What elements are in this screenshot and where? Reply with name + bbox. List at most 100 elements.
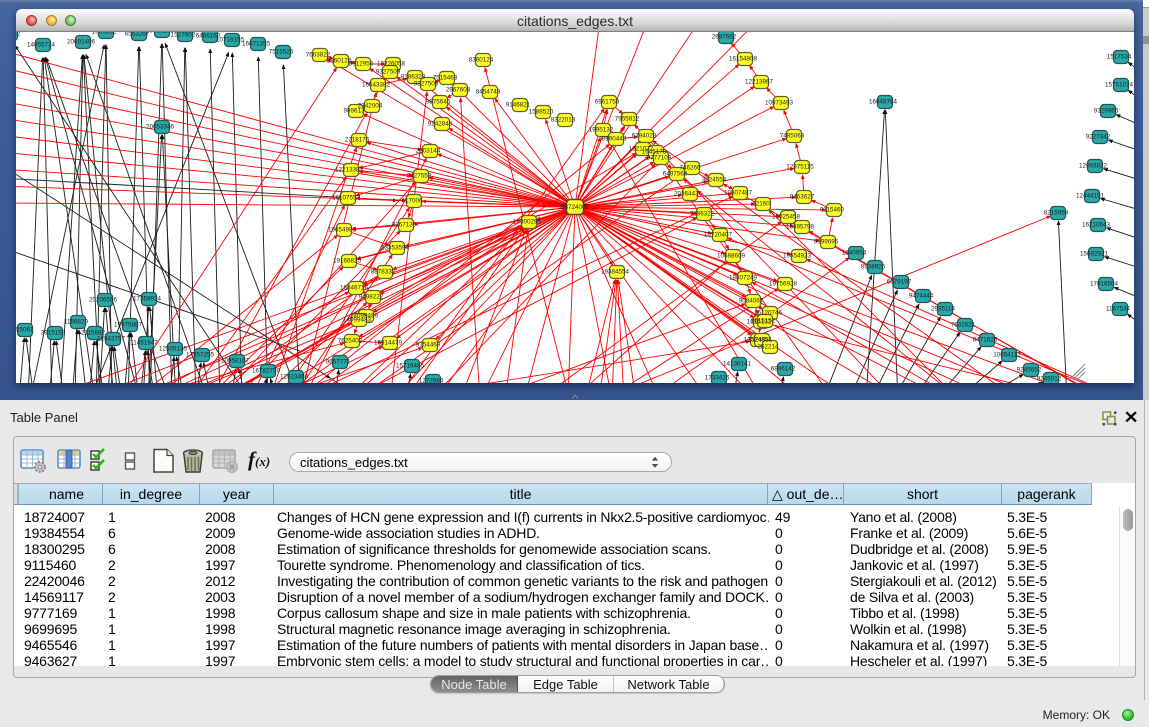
svg-text:3267130: 3267130 <box>392 222 417 229</box>
svg-text:6497568: 6497568 <box>663 171 688 178</box>
svg-text:9227342: 9227342 <box>1086 134 1111 141</box>
svg-text:16495798: 16495798 <box>786 224 815 231</box>
svg-text:9777109: 9777109 <box>647 155 672 162</box>
svg-text:19975887: 19975887 <box>114 322 143 329</box>
svg-text:9115460: 9115460 <box>820 207 845 214</box>
svg-text:10654112: 10654112 <box>993 352 1021 359</box>
svg-text:1273984: 1273984 <box>419 378 444 384</box>
svg-text:6996142: 6996142 <box>771 366 796 373</box>
svg-text:9699695: 9699695 <box>814 239 839 246</box>
svg-text:9154469: 9154469 <box>416 342 441 349</box>
svg-text:8186323: 8186323 <box>401 74 426 81</box>
svg-text:6679197: 6679197 <box>887 279 912 286</box>
svg-text:7515526: 7515526 <box>269 49 294 56</box>
svg-text:8454749: 8454749 <box>476 89 501 96</box>
svg-text:13353594: 13353594 <box>381 245 410 252</box>
svg-text:18300295: 18300295 <box>513 219 542 226</box>
svg-text:9084067: 9084067 <box>739 298 764 305</box>
svg-text:1405572: 1405572 <box>16 32 21 38</box>
svg-text:9657771: 9657771 <box>326 359 351 366</box>
svg-text:1588520: 1588520 <box>529 109 554 116</box>
svg-text:9245012: 9245012 <box>1037 376 1062 383</box>
svg-text:18724007: 18724007 <box>561 204 590 211</box>
svg-text:12444151: 12444151 <box>1076 193 1105 200</box>
svg-text:12975115: 12975115 <box>786 164 814 171</box>
svg-text:1995132: 1995132 <box>589 127 614 134</box>
svg-text:1517534: 1517534 <box>1107 54 1132 61</box>
svg-text:16107553: 16107553 <box>332 195 361 202</box>
svg-text:12942757: 12942757 <box>97 336 126 343</box>
svg-text:12213383: 12213383 <box>335 167 364 174</box>
svg-text:1167534: 1167534 <box>1106 306 1131 313</box>
svg-text:9242848: 9242848 <box>428 121 453 128</box>
svg-text:17016504: 17016504 <box>1090 281 1119 288</box>
svg-text:2967608: 2967608 <box>446 87 471 94</box>
svg-text:18807249: 18807249 <box>729 275 758 282</box>
svg-text:19654923: 19654923 <box>783 253 812 260</box>
svg-text:8427552: 8427552 <box>407 173 432 180</box>
svg-text:7386322: 7386322 <box>690 211 715 218</box>
svg-text:16914479: 16914479 <box>374 340 403 347</box>
svg-text:10607487: 10607487 <box>724 190 753 197</box>
svg-text:1527602: 1527602 <box>171 32 196 39</box>
svg-text:2718176: 2718176 <box>345 137 370 144</box>
svg-text:855061: 855061 <box>16 327 34 334</box>
svg-text:9329966: 9329966 <box>1094 108 1119 115</box>
svg-text:16543382: 16543382 <box>362 82 391 89</box>
svg-text:10958107: 10958107 <box>221 358 250 365</box>
svg-text:3915159: 3915159 <box>41 330 66 337</box>
svg-text:2935114: 2935114 <box>931 306 956 313</box>
svg-text:417006: 417006 <box>401 198 423 205</box>
svg-text:16648784: 16648784 <box>869 99 898 106</box>
svg-text:8360124: 8360124 <box>469 57 494 64</box>
svg-text:8471626: 8471626 <box>973 337 998 344</box>
svg-text:1615152: 1615152 <box>751 318 776 325</box>
svg-text:10973493: 10973493 <box>765 100 794 107</box>
svg-text:1640954: 1640954 <box>842 250 867 257</box>
svg-text:14055724: 14055724 <box>27 42 56 49</box>
svg-text:10688609: 10688609 <box>717 253 746 260</box>
svg-text:17957255: 17957255 <box>186 352 215 359</box>
svg-text:3624554: 3624554 <box>702 177 727 184</box>
svg-text:20691406: 20691406 <box>67 39 96 46</box>
svg-text:2687662: 2687662 <box>712 34 737 41</box>
svg-text:17359924: 17359924 <box>133 296 162 303</box>
svg-text:1156829: 1156829 <box>64 319 89 326</box>
svg-text:1065332: 1065332 <box>92 32 117 36</box>
svg-text:16210643: 16210643 <box>1082 222 1111 229</box>
svg-text:12505135: 12505135 <box>159 346 188 353</box>
svg-text:14136141: 14136141 <box>723 361 752 368</box>
svg-text:9474444: 9474444 <box>909 293 934 300</box>
svg-text:20206556: 20206556 <box>89 297 118 304</box>
svg-text:15692921: 15692921 <box>1080 251 1109 258</box>
svg-text:8912954: 8912954 <box>349 61 374 68</box>
svg-text:12213967: 12213967 <box>745 79 774 86</box>
svg-text:16120746: 16120746 <box>754 310 783 317</box>
svg-text:11451947: 11451947 <box>130 340 158 347</box>
svg-text:10719155: 10719155 <box>216 37 245 44</box>
svg-text:8215958: 8215958 <box>1044 210 1069 217</box>
svg-text:7632621: 7632621 <box>951 322 976 329</box>
svg-text:9245652: 9245652 <box>1017 367 1042 374</box>
svg-text:19166825: 19166825 <box>333 258 362 265</box>
svg-text:8990448: 8990448 <box>602 136 627 143</box>
svg-text:19654983: 19654983 <box>328 227 357 234</box>
svg-text:15716485: 15716485 <box>396 363 425 370</box>
svg-text:9327509: 9327509 <box>376 69 401 76</box>
svg-text:62160: 62160 <box>752 201 770 208</box>
svg-text:9875645: 9875645 <box>426 99 451 106</box>
svg-text:15751074: 15751074 <box>1105 82 1134 89</box>
svg-text:746266: 746266 <box>679 165 701 172</box>
svg-text:8878332: 8878332 <box>371 269 396 276</box>
svg-text:20364436: 20364436 <box>674 191 703 198</box>
svg-text:9498222: 9498222 <box>359 294 384 301</box>
svg-text:15720407: 15720407 <box>704 232 733 239</box>
svg-text:1733426: 1733426 <box>705 375 730 382</box>
svg-text:7485063: 7485063 <box>780 133 805 140</box>
svg-text:7955812: 7955812 <box>615 116 640 123</box>
svg-text:14099483: 14099483 <box>343 317 372 324</box>
svg-text:20053346: 20053346 <box>146 124 175 131</box>
svg-text:16782759: 16782759 <box>252 368 281 375</box>
svg-text:19384554: 19384554 <box>601 269 630 276</box>
svg-text:13226058: 13226058 <box>377 61 406 68</box>
